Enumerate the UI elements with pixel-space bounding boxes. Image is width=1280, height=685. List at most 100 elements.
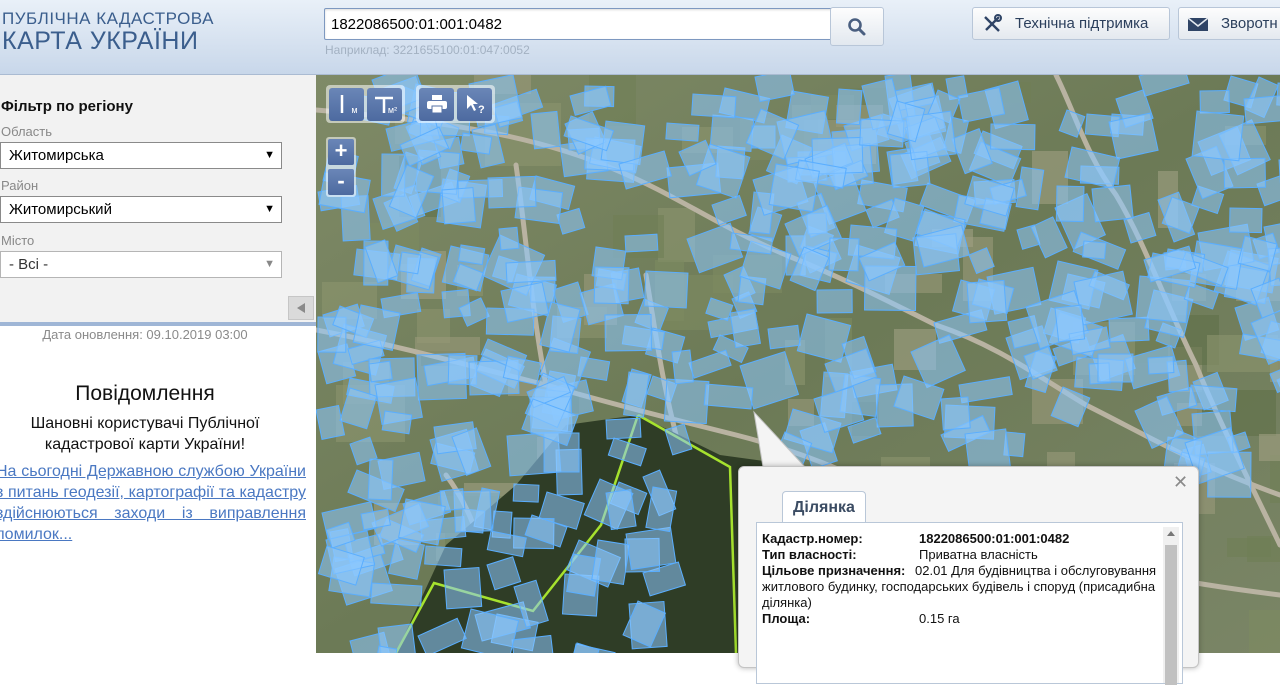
raion-select[interactable]: Житомирський ▼: [0, 196, 282, 223]
parcel-shape[interactable]: [767, 324, 801, 350]
notice-link[interactable]: На сьогодні Державною службою України з …: [0, 461, 306, 545]
parcel-shape[interactable]: [940, 396, 971, 431]
measure-distance-button[interactable]: м: [329, 87, 364, 121]
parcel-shape[interactable]: [665, 122, 700, 142]
parcel-shape[interactable]: [816, 289, 853, 314]
parcel-shape[interactable]: [1147, 355, 1175, 375]
parcel-shape[interactable]: [1091, 184, 1134, 223]
logo-line-1: ПУБЛІЧНА КАДАСТРОВА: [2, 9, 214, 28]
misto-selected-value: - Всі -: [9, 256, 49, 273]
parcel-shape[interactable]: [671, 349, 694, 385]
parcel-shape[interactable]: [1055, 185, 1085, 223]
tools-icon: [981, 13, 1003, 35]
parcel-shape[interactable]: [1054, 304, 1086, 343]
parcel-shape[interactable]: [398, 251, 422, 275]
parcel-shape[interactable]: [505, 259, 557, 284]
measure-area-button[interactable]: м²: [367, 87, 402, 121]
oblast-select[interactable]: Житомирська ▼: [0, 142, 282, 169]
parcel-shape[interactable]: [1097, 353, 1134, 383]
feedback-button[interactable]: Зворотн: [1178, 7, 1280, 40]
print-identify-toolbar: ?: [416, 85, 495, 123]
parcel-shape[interactable]: [368, 360, 393, 383]
parcel-shape[interactable]: [966, 279, 1008, 324]
close-icon[interactable]: ✕: [1173, 473, 1188, 491]
parcel-shape[interactable]: [441, 187, 477, 225]
parcel-shape[interactable]: [1243, 94, 1280, 125]
parcel-attributes: Кадастр.номер: 1822086500:01:001:0482 Ти…: [762, 531, 1157, 627]
parcel-shape[interactable]: [398, 498, 446, 546]
parcel-shape[interactable]: [367, 458, 394, 501]
dropdown-arrow-icon: ▼: [264, 203, 275, 215]
parcel-shape[interactable]: [498, 226, 520, 251]
parcel-shape[interactable]: [370, 582, 423, 607]
parcel-shape[interactable]: [352, 304, 401, 351]
site-logo[interactable]: ПУБЛІЧНА КАДАСТРОВА КАРТА УКРАЇНИ: [2, 10, 214, 54]
parcel-shape[interactable]: [703, 383, 754, 410]
parcel-shape[interactable]: [1228, 207, 1263, 234]
parcel-shape[interactable]: [828, 237, 860, 272]
misto-select[interactable]: - Всі - ▼: [0, 251, 282, 278]
header-bar: ПУБЛІЧНА КАДАСТРОВА КАРТА УКРАЇНИ Наприк…: [0, 0, 1280, 75]
parcel-shape[interactable]: [604, 313, 652, 352]
parcel-shape[interactable]: [1108, 112, 1159, 160]
attr-row-purpose: Цільове призначення: 02.01 Для будівницт…: [762, 563, 1157, 611]
attr-key: Площа:: [762, 611, 811, 626]
parcel-info-content: Кадастр.номер: 1822086500:01:001:0482 Ти…: [756, 522, 1183, 685]
logo-line-2: КАРТА УКРАЇНИ: [2, 27, 199, 55]
zoom-in-button[interactable]: +: [328, 139, 354, 165]
parcel-shape[interactable]: [605, 488, 637, 531]
envelope-icon: [1187, 16, 1209, 32]
attr-key: Тип власності:: [762, 547, 857, 562]
popup-scroll-thumb[interactable]: [1165, 545, 1177, 685]
parcel-shape[interactable]: [625, 526, 677, 571]
parcel-shape[interactable]: [1191, 110, 1245, 162]
parcel-shape[interactable]: [591, 539, 631, 586]
search-button[interactable]: [830, 7, 884, 46]
printer-icon: [426, 95, 447, 114]
parcel-shape[interactable]: [663, 378, 710, 425]
parcel-shape[interactable]: [835, 88, 863, 126]
zoom-control: + -: [326, 137, 356, 197]
filter-title: Фільтр по регіону: [1, 98, 133, 115]
left-sidebar: Фільтр по регіону Область Житомирська ▼ …: [0, 75, 316, 653]
parcel-shape[interactable]: [1223, 157, 1267, 189]
oblast-label: Область: [1, 124, 53, 139]
parcel-shape[interactable]: [487, 175, 537, 209]
oblast-selected-value: Житомирська: [9, 147, 104, 164]
parcel-shape[interactable]: [605, 417, 642, 440]
attr-row-ownership: Тип власності: Приватна власність: [762, 547, 1157, 563]
parcel-shape[interactable]: [593, 266, 630, 305]
parcel-shape[interactable]: [1082, 240, 1107, 260]
cadastral-search-input[interactable]: [324, 8, 833, 40]
attr-key: Цільове призначення:: [762, 563, 906, 578]
scroll-up-arrow-icon[interactable]: [1167, 531, 1175, 536]
search-icon: [848, 17, 866, 35]
parcel-shape[interactable]: [512, 483, 540, 503]
search-example-hint: Наприклад: 3221655100:01:047:0052: [325, 43, 530, 57]
print-button[interactable]: [419, 87, 454, 121]
parcel-shape[interactable]: [990, 123, 1036, 151]
collapse-sidebar-button[interactable]: [288, 296, 314, 320]
parcel-shape[interactable]: [691, 93, 737, 119]
tech-support-label: Технічна підтримка: [1015, 15, 1149, 32]
parcel-shape[interactable]: [381, 410, 413, 435]
parcel-shape[interactable]: [643, 270, 689, 309]
tab-parcel[interactable]: Ділянка: [782, 491, 866, 523]
parcel-shape[interactable]: [530, 110, 561, 150]
attr-value: 1822086500:01:001:0482: [919, 531, 1070, 546]
zoom-out-button[interactable]: -: [328, 169, 354, 195]
tech-support-button[interactable]: Технічна підтримка: [972, 7, 1170, 40]
parcel-shape[interactable]: [1199, 89, 1230, 114]
parcel-shape[interactable]: [443, 566, 483, 610]
parcel-shape[interactable]: [768, 163, 820, 213]
parcel-shape[interactable]: [624, 233, 659, 253]
parcel-shape[interactable]: [729, 308, 762, 349]
parcel-shape[interactable]: [457, 244, 486, 266]
parcel-shape[interactable]: [424, 545, 463, 568]
parcel-shape[interactable]: [1108, 316, 1150, 343]
distance-unit-label: м: [351, 105, 358, 115]
parcel-shape[interactable]: [459, 132, 493, 155]
parcel-shape[interactable]: [1188, 384, 1238, 413]
attr-value: 0.15 га: [919, 611, 960, 626]
identify-button[interactable]: ?: [457, 87, 492, 121]
